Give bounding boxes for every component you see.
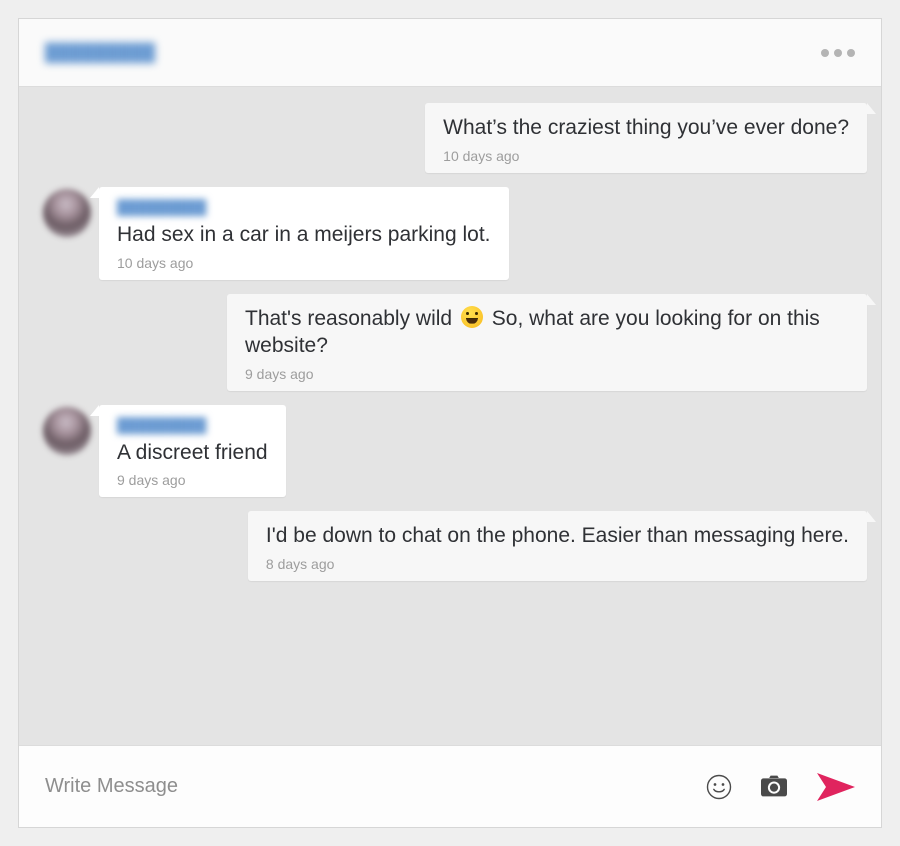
message-composer	[19, 745, 881, 827]
send-arrow-icon[interactable]	[815, 771, 857, 803]
avatar[interactable]	[43, 406, 91, 455]
message-bubble-incoming[interactable]: █████████ Had sex in a car in a meijers …	[90, 186, 509, 280]
message-row: That's reasonably wild So, what are you …	[33, 293, 876, 391]
message-bubble-outgoing[interactable]: I'd be down to chat on the phone. Easier…	[247, 511, 877, 582]
avatar[interactable]	[43, 188, 91, 237]
message-timestamp: 9 days ago	[117, 472, 186, 489]
message-text: That's reasonably wild So, what are you …	[245, 305, 849, 360]
kebab-dot	[847, 48, 855, 57]
message-text: Had sex in a car in a meijers parking lo…	[117, 222, 491, 246]
message-row: What’s the craziest thing you’ve ever do…	[33, 103, 876, 173]
chat-header: █████████	[19, 19, 881, 87]
message-sender-username: █████████	[117, 416, 207, 433]
message-text: A discreet friend	[117, 440, 268, 464]
composer-actions	[705, 771, 857, 803]
message-bubble-incoming[interactable]: █████████ A discreet friend 9 days ago	[90, 404, 286, 498]
message-bubble-outgoing[interactable]: What’s the craziest thing you’ve ever do…	[425, 103, 876, 173]
message-timestamp: 10 days ago	[443, 147, 520, 164]
chat-window: █████████ What’s the craziest thing you’…	[18, 18, 882, 828]
message-timestamp: 10 days ago	[117, 254, 194, 271]
smiley-face-icon[interactable]	[705, 773, 733, 801]
message-row: █████████ Had sex in a car in a meijers …	[33, 186, 867, 280]
conversation-partner-username[interactable]: █████████	[45, 43, 155, 63]
message-list[interactable]: What’s the craziest thing you’ve ever do…	[19, 87, 881, 745]
camera-icon[interactable]	[759, 774, 789, 800]
message-sender-username: █████████	[117, 198, 207, 215]
message-row: █████████ A discreet friend 9 days ago	[33, 404, 867, 498]
kebab-dot	[834, 48, 842, 57]
kebab-dot	[821, 48, 829, 57]
kebab-menu-icon[interactable]	[819, 41, 857, 65]
message-timestamp: 9 days ago	[245, 365, 314, 382]
message-timestamp: 8 days ago	[265, 556, 335, 573]
message-text: I'd be down to chat on the phone. Easier…	[265, 524, 849, 548]
grinning-face-emoji	[460, 305, 483, 328]
message-row: I'd be down to chat on the phone. Easier…	[33, 511, 877, 582]
message-text: What’s the craziest thing you’ve ever do…	[443, 116, 849, 139]
message-bubble-outgoing[interactable]: That's reasonably wild So, what are you …	[227, 293, 876, 391]
message-input[interactable]	[45, 769, 687, 804]
message-text-part: That's reasonably wild	[245, 306, 458, 330]
